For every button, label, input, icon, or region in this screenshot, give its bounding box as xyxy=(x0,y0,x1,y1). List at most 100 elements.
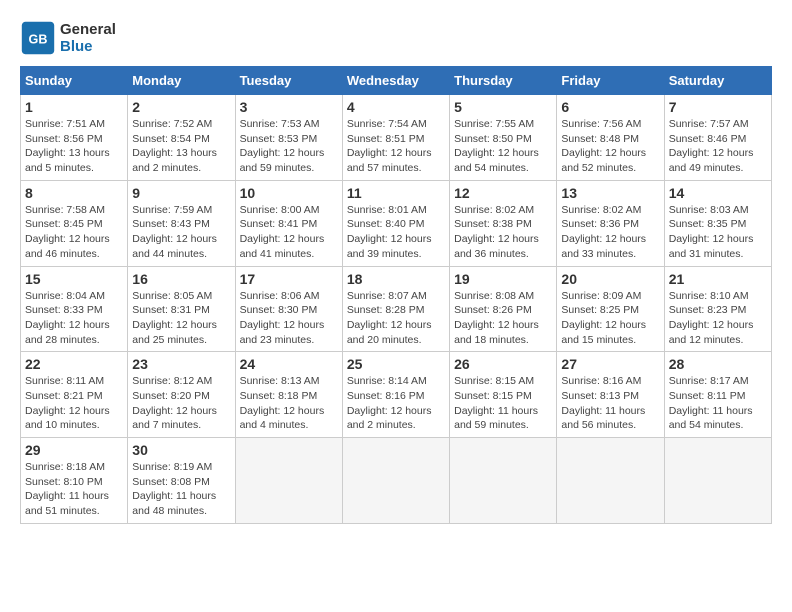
sunrise-text: Sunrise: 7:56 AM xyxy=(561,117,659,132)
day-info: Sunrise: 8:14 AM Sunset: 8:16 PM Dayligh… xyxy=(347,374,445,433)
day-info: Sunrise: 8:08 AM Sunset: 8:26 PM Dayligh… xyxy=(454,289,552,348)
daylight-text: Daylight: 11 hoursand 59 minutes. xyxy=(454,404,552,433)
col-saturday: Saturday xyxy=(664,67,771,95)
sunset-text: Sunset: 8:28 PM xyxy=(347,303,445,318)
header: GB General Blue xyxy=(20,20,772,56)
daylight-text: Daylight: 12 hoursand 4 minutes. xyxy=(240,404,338,433)
logo: GB General Blue xyxy=(20,20,116,56)
sunset-text: Sunset: 8:25 PM xyxy=(561,303,659,318)
daylight-text: Daylight: 12 hoursand 59 minutes. xyxy=(240,146,338,175)
sunrise-text: Sunrise: 8:15 AM xyxy=(454,374,552,389)
col-sunday: Sunday xyxy=(21,67,128,95)
col-friday: Friday xyxy=(557,67,664,95)
calendar-day-cell: 8 Sunrise: 7:58 AM Sunset: 8:45 PM Dayli… xyxy=(21,180,128,266)
col-wednesday: Wednesday xyxy=(342,67,449,95)
calendar-day-cell: 18 Sunrise: 8:07 AM Sunset: 8:28 PM Dayl… xyxy=(342,266,449,352)
calendar-day-cell: 14 Sunrise: 8:03 AM Sunset: 8:35 PM Dayl… xyxy=(664,180,771,266)
sunset-text: Sunset: 8:53 PM xyxy=(240,132,338,147)
day-info: Sunrise: 8:15 AM Sunset: 8:15 PM Dayligh… xyxy=(454,374,552,433)
day-info: Sunrise: 7:59 AM Sunset: 8:43 PM Dayligh… xyxy=(132,203,230,262)
daylight-text: Daylight: 12 hoursand 52 minutes. xyxy=(561,146,659,175)
day-info: Sunrise: 8:12 AM Sunset: 8:20 PM Dayligh… xyxy=(132,374,230,433)
day-info: Sunrise: 8:04 AM Sunset: 8:33 PM Dayligh… xyxy=(25,289,123,348)
day-number: 5 xyxy=(454,99,552,115)
daylight-text: Daylight: 13 hoursand 2 minutes. xyxy=(132,146,230,175)
sunset-text: Sunset: 8:16 PM xyxy=(347,389,445,404)
sunset-text: Sunset: 8:18 PM xyxy=(240,389,338,404)
day-info: Sunrise: 8:06 AM Sunset: 8:30 PM Dayligh… xyxy=(240,289,338,348)
calendar-day-cell: 3 Sunrise: 7:53 AM Sunset: 8:53 PM Dayli… xyxy=(235,95,342,181)
sunset-text: Sunset: 8:31 PM xyxy=(132,303,230,318)
sunrise-text: Sunrise: 7:52 AM xyxy=(132,117,230,132)
calendar-day-cell: 30 Sunrise: 8:19 AM Sunset: 8:08 PM Dayl… xyxy=(128,438,235,524)
day-number: 23 xyxy=(132,356,230,372)
sunrise-text: Sunrise: 8:09 AM xyxy=(561,289,659,304)
sunrise-text: Sunrise: 8:16 AM xyxy=(561,374,659,389)
sunrise-text: Sunrise: 8:14 AM xyxy=(347,374,445,389)
calendar-day-cell: 7 Sunrise: 7:57 AM Sunset: 8:46 PM Dayli… xyxy=(664,95,771,181)
day-info: Sunrise: 7:53 AM Sunset: 8:53 PM Dayligh… xyxy=(240,117,338,176)
calendar-week-row: 15 Sunrise: 8:04 AM Sunset: 8:33 PM Dayl… xyxy=(21,266,772,352)
calendar-day-cell xyxy=(664,438,771,524)
daylight-text: Daylight: 12 hoursand 49 minutes. xyxy=(669,146,767,175)
sunset-text: Sunset: 8:30 PM xyxy=(240,303,338,318)
day-number: 11 xyxy=(347,185,445,201)
day-number: 9 xyxy=(132,185,230,201)
sunset-text: Sunset: 8:10 PM xyxy=(25,475,123,490)
calendar-day-cell: 1 Sunrise: 7:51 AM Sunset: 8:56 PM Dayli… xyxy=(21,95,128,181)
col-monday: Monday xyxy=(128,67,235,95)
day-info: Sunrise: 8:10 AM Sunset: 8:23 PM Dayligh… xyxy=(669,289,767,348)
col-tuesday: Tuesday xyxy=(235,67,342,95)
calendar-day-cell: 15 Sunrise: 8:04 AM Sunset: 8:33 PM Dayl… xyxy=(21,266,128,352)
calendar-day-cell: 10 Sunrise: 8:00 AM Sunset: 8:41 PM Dayl… xyxy=(235,180,342,266)
calendar-day-cell: 21 Sunrise: 8:10 AM Sunset: 8:23 PM Dayl… xyxy=(664,266,771,352)
calendar-day-cell: 24 Sunrise: 8:13 AM Sunset: 8:18 PM Dayl… xyxy=(235,352,342,438)
day-info: Sunrise: 7:55 AM Sunset: 8:50 PM Dayligh… xyxy=(454,117,552,176)
sunrise-text: Sunrise: 8:11 AM xyxy=(25,374,123,389)
logo-icon: GB xyxy=(20,20,56,56)
sunset-text: Sunset: 8:36 PM xyxy=(561,217,659,232)
sunset-text: Sunset: 8:23 PM xyxy=(669,303,767,318)
daylight-text: Daylight: 11 hoursand 56 minutes. xyxy=(561,404,659,433)
daylight-text: Daylight: 11 hoursand 54 minutes. xyxy=(669,404,767,433)
sunrise-text: Sunrise: 8:04 AM xyxy=(25,289,123,304)
sunrise-text: Sunrise: 7:53 AM xyxy=(240,117,338,132)
day-number: 4 xyxy=(347,99,445,115)
daylight-text: Daylight: 12 hoursand 20 minutes. xyxy=(347,318,445,347)
sunrise-text: Sunrise: 8:03 AM xyxy=(669,203,767,218)
day-number: 25 xyxy=(347,356,445,372)
day-number: 10 xyxy=(240,185,338,201)
daylight-text: Daylight: 12 hoursand 10 minutes. xyxy=(25,404,123,433)
daylight-text: Daylight: 12 hoursand 7 minutes. xyxy=(132,404,230,433)
daylight-text: Daylight: 12 hoursand 36 minutes. xyxy=(454,232,552,261)
sunrise-text: Sunrise: 7:54 AM xyxy=(347,117,445,132)
col-thursday: Thursday xyxy=(450,67,557,95)
calendar-day-cell: 5 Sunrise: 7:55 AM Sunset: 8:50 PM Dayli… xyxy=(450,95,557,181)
day-info: Sunrise: 8:16 AM Sunset: 8:13 PM Dayligh… xyxy=(561,374,659,433)
day-info: Sunrise: 7:52 AM Sunset: 8:54 PM Dayligh… xyxy=(132,117,230,176)
day-info: Sunrise: 7:51 AM Sunset: 8:56 PM Dayligh… xyxy=(25,117,123,176)
daylight-text: Daylight: 12 hoursand 57 minutes. xyxy=(347,146,445,175)
sunset-text: Sunset: 8:21 PM xyxy=(25,389,123,404)
daylight-text: Daylight: 12 hoursand 41 minutes. xyxy=(240,232,338,261)
sunrise-text: Sunrise: 8:06 AM xyxy=(240,289,338,304)
sunset-text: Sunset: 8:54 PM xyxy=(132,132,230,147)
sunset-text: Sunset: 8:08 PM xyxy=(132,475,230,490)
day-number: 8 xyxy=(25,185,123,201)
daylight-text: Daylight: 12 hoursand 33 minutes. xyxy=(561,232,659,261)
day-number: 26 xyxy=(454,356,552,372)
day-number: 12 xyxy=(454,185,552,201)
calendar-week-row: 29 Sunrise: 8:18 AM Sunset: 8:10 PM Dayl… xyxy=(21,438,772,524)
calendar-table: Sunday Monday Tuesday Wednesday Thursday… xyxy=(20,66,772,524)
day-number: 17 xyxy=(240,271,338,287)
daylight-text: Daylight: 12 hoursand 54 minutes. xyxy=(454,146,552,175)
sunrise-text: Sunrise: 8:12 AM xyxy=(132,374,230,389)
calendar-day-cell: 20 Sunrise: 8:09 AM Sunset: 8:25 PM Dayl… xyxy=(557,266,664,352)
day-number: 29 xyxy=(25,442,123,458)
daylight-text: Daylight: 12 hoursand 46 minutes. xyxy=(25,232,123,261)
sunset-text: Sunset: 8:15 PM xyxy=(454,389,552,404)
day-number: 27 xyxy=(561,356,659,372)
daylight-text: Daylight: 12 hoursand 39 minutes. xyxy=(347,232,445,261)
sunrise-text: Sunrise: 8:05 AM xyxy=(132,289,230,304)
day-info: Sunrise: 8:07 AM Sunset: 8:28 PM Dayligh… xyxy=(347,289,445,348)
